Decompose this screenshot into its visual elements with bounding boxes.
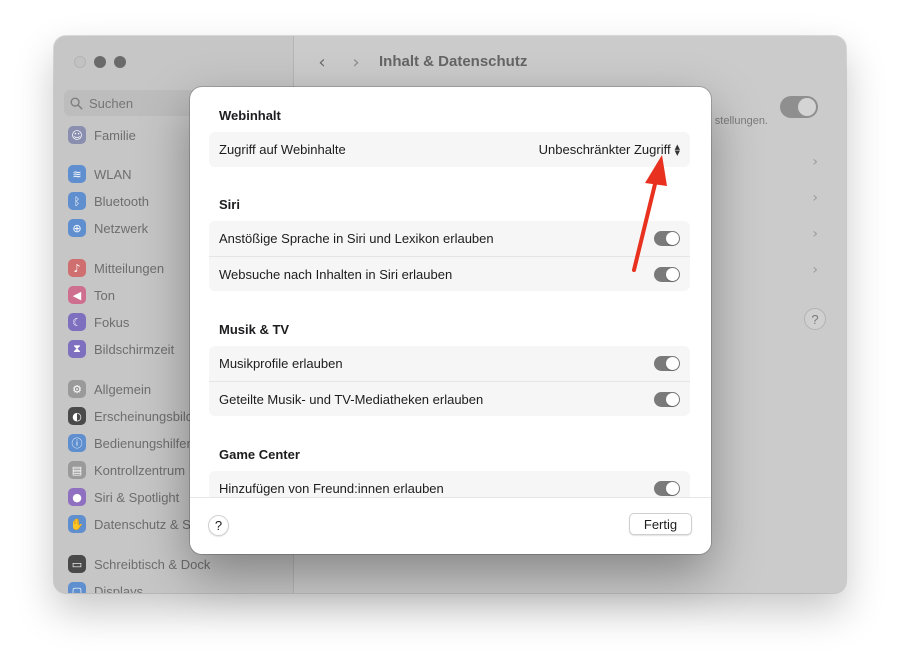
sidebar-item-label: Bildschirmzeit <box>94 341 175 357</box>
sheet-footer: ? Fertig <box>190 497 711 554</box>
settings-row: Websuche nach Inhalten in Siri erlauben <box>209 256 690 291</box>
globe-icon: ⊕ <box>68 219 86 237</box>
setting-label: Geteilte Musik- und TV-Mediatheken erlau… <box>219 391 484 407</box>
sidebar-item[interactable]: ☾ Fokus <box>68 311 129 333</box>
toggle-switch[interactable] <box>654 391 680 407</box>
sidebar-item-label: Siri & Spotlight <box>94 489 180 505</box>
screenshot-root: ☺ Familie ≋ WLAN ᛒ Bluetooth ⊕ Netzwerk ♪ Mitteil… <box>0 0 900 665</box>
sidebar-item-label: Mitteilungen <box>94 260 165 276</box>
family-icon: ☺ <box>68 126 86 144</box>
chevron-right-icon[interactable]: › <box>812 226 818 242</box>
sidebar-item[interactable]: ◀ Ton <box>68 284 115 306</box>
content-privacy-sheet: Webinhalt Zugriff auf Webinhalte Unbeschrä… <box>190 87 711 554</box>
sidebar-item-label: Ton <box>94 287 115 303</box>
sidebar-item[interactable]: ☺ Familie <box>68 124 136 146</box>
close-window-button[interactable] <box>74 56 86 68</box>
sidebar-item-label: Allgemein <box>94 381 152 397</box>
back-button[interactable]: ‹ <box>308 48 336 76</box>
sidebar-item-label: Bluetooth <box>94 193 149 209</box>
hand-icon: ✋ <box>68 515 86 533</box>
minimize-window-button[interactable] <box>94 56 106 68</box>
hourglass-icon: ⧗ <box>68 340 86 358</box>
sidebar-item-label: Erscheinungsbild <box>94 408 194 424</box>
toggle-switch[interactable] <box>654 266 680 282</box>
section-title: Game Center <box>219 447 300 462</box>
sidebar-item[interactable]: ▢ Displays <box>68 580 143 593</box>
moon-icon: ☾ <box>68 313 86 331</box>
toggle-switch[interactable] <box>654 356 680 371</box>
wifi-icon: ≋ <box>68 165 86 183</box>
setting-label: Anstößige Sprache in Siri und Lexikon er… <box>219 231 494 246</box>
display-icon: ▢ <box>68 582 86 593</box>
settings-group: Anstößige Sprache in Siri und Lexikon er… <box>209 221 690 291</box>
sidebar-item[interactable]: ⊕ Netzwerk <box>68 217 148 239</box>
sidebar-item[interactable]: ᛒ Bluetooth <box>68 190 149 212</box>
background-help-button[interactable]: ? <box>804 308 826 330</box>
traffic-lights <box>74 56 126 68</box>
settings-row: Zugriff auf Webinhalte Unbeschränkter Zug… <box>209 132 690 167</box>
sidebar-item-label: Familie <box>94 127 136 143</box>
settings-row: Hinzufügen von Freund:innen erlauben <box>209 471 690 497</box>
accessibility-icon: ⓘ <box>68 434 86 452</box>
bell-icon: ♪ <box>68 259 86 277</box>
sidebar-item-label: Displays <box>94 583 144 594</box>
setting-label: Websuche nach Inhalten in Siri erlauben <box>219 266 453 282</box>
setting-label: Musikprofile erlauben <box>219 356 343 371</box>
background-toggle[interactable] <box>780 96 818 118</box>
section-title: Musik & TV <box>219 322 290 337</box>
settings-group: Zugriff auf Webinhalte Unbeschränkter Zug… <box>209 132 690 167</box>
sidebar-item-label: Kontrollzentrum <box>94 462 186 478</box>
settings-row: Geteilte Musik- und TV-Mediatheken erlau… <box>209 381 690 416</box>
page-title: Inhalt & Datenschutz <box>379 53 528 70</box>
sidebar-item[interactable]: ● Siri & Spotlight <box>68 486 179 508</box>
sidebar-item[interactable]: ▤ Kontrollzentrum <box>68 459 185 481</box>
chevron-right-icon: › <box>352 51 360 73</box>
zoom-window-button[interactable] <box>114 56 126 68</box>
sidebar-item-label: Schreibtisch & Dock <box>94 556 211 572</box>
sidebar-item[interactable]: ◐ Erscheinungsbild <box>68 405 193 427</box>
setting-label: Hinzufügen von Freund:innen erlauben <box>219 481 444 496</box>
sidebar-item[interactable]: ♪ Mitteilungen <box>68 257 164 279</box>
sheet-scroll-area[interactable]: Webinhalt Zugriff auf Webinhalte Unbeschrä… <box>190 87 711 497</box>
chevron-right-icon[interactable]: › <box>812 154 818 170</box>
sidebar-item[interactable]: ≋ WLAN <box>68 163 132 185</box>
background-toggle-description: stellungen. <box>714 115 768 127</box>
sidebar-item-label: Bedienungshilfen <box>94 435 194 451</box>
speaker-icon: ◀ <box>68 286 86 304</box>
control-center-icon: ▤ <box>68 461 86 479</box>
sidebar-item-label: Netzwerk <box>94 220 149 236</box>
bluetooth-icon: ᛒ <box>68 192 86 210</box>
dock-icon: ▭ <box>68 555 86 573</box>
sidebar-item-label: WLAN <box>94 166 132 182</box>
sidebar-item[interactable]: ⚙ Allgemein <box>68 378 151 400</box>
section-title: Siri <box>219 197 240 212</box>
help-button[interactable]: ? <box>208 515 229 536</box>
appearance-icon: ◐ <box>68 407 86 425</box>
chevron-up-down-icon: ▲ ▼ <box>674 142 680 157</box>
chevron-right-icon[interactable]: › <box>812 262 818 278</box>
settings-group: Musikprofile erlauben Geteilte Musik- und… <box>209 346 690 416</box>
sidebar-item-label: Fokus <box>94 314 130 330</box>
setting-label: Zugriff auf Webinhalte <box>219 142 346 157</box>
sidebar-item[interactable]: ⓘ Bedienungshilfen <box>68 432 194 454</box>
section-title: Webinhalt <box>219 108 281 123</box>
popup-value: Unbeschränkter Zugriff <box>538 142 671 157</box>
search-icon <box>70 97 83 109</box>
chevron-right-icon[interactable]: › <box>812 190 818 206</box>
siri-icon: ● <box>68 488 86 506</box>
settings-group: Hinzufügen von Freund:innen erlauben <box>209 471 690 497</box>
web-content-access-popup[interactable]: Unbeschränkter Zugriff ▲ ▼ <box>539 142 680 157</box>
gear-icon: ⚙ <box>68 380 86 398</box>
sidebar-item[interactable]: ▭ Schreibtisch & Dock <box>68 553 210 575</box>
settings-row: Anstößige Sprache in Siri und Lexikon er… <box>209 221 690 256</box>
forward-button[interactable]: › <box>342 48 370 76</box>
toggle-switch[interactable] <box>654 481 680 496</box>
sidebar-item[interactable]: ⧗ Bildschirmzeit <box>68 338 174 360</box>
chevron-left-icon: ‹ <box>318 51 326 73</box>
settings-row: Musikprofile erlauben <box>209 346 690 381</box>
toggle-switch[interactable] <box>654 231 680 246</box>
done-button[interactable]: Fertig <box>629 513 692 535</box>
